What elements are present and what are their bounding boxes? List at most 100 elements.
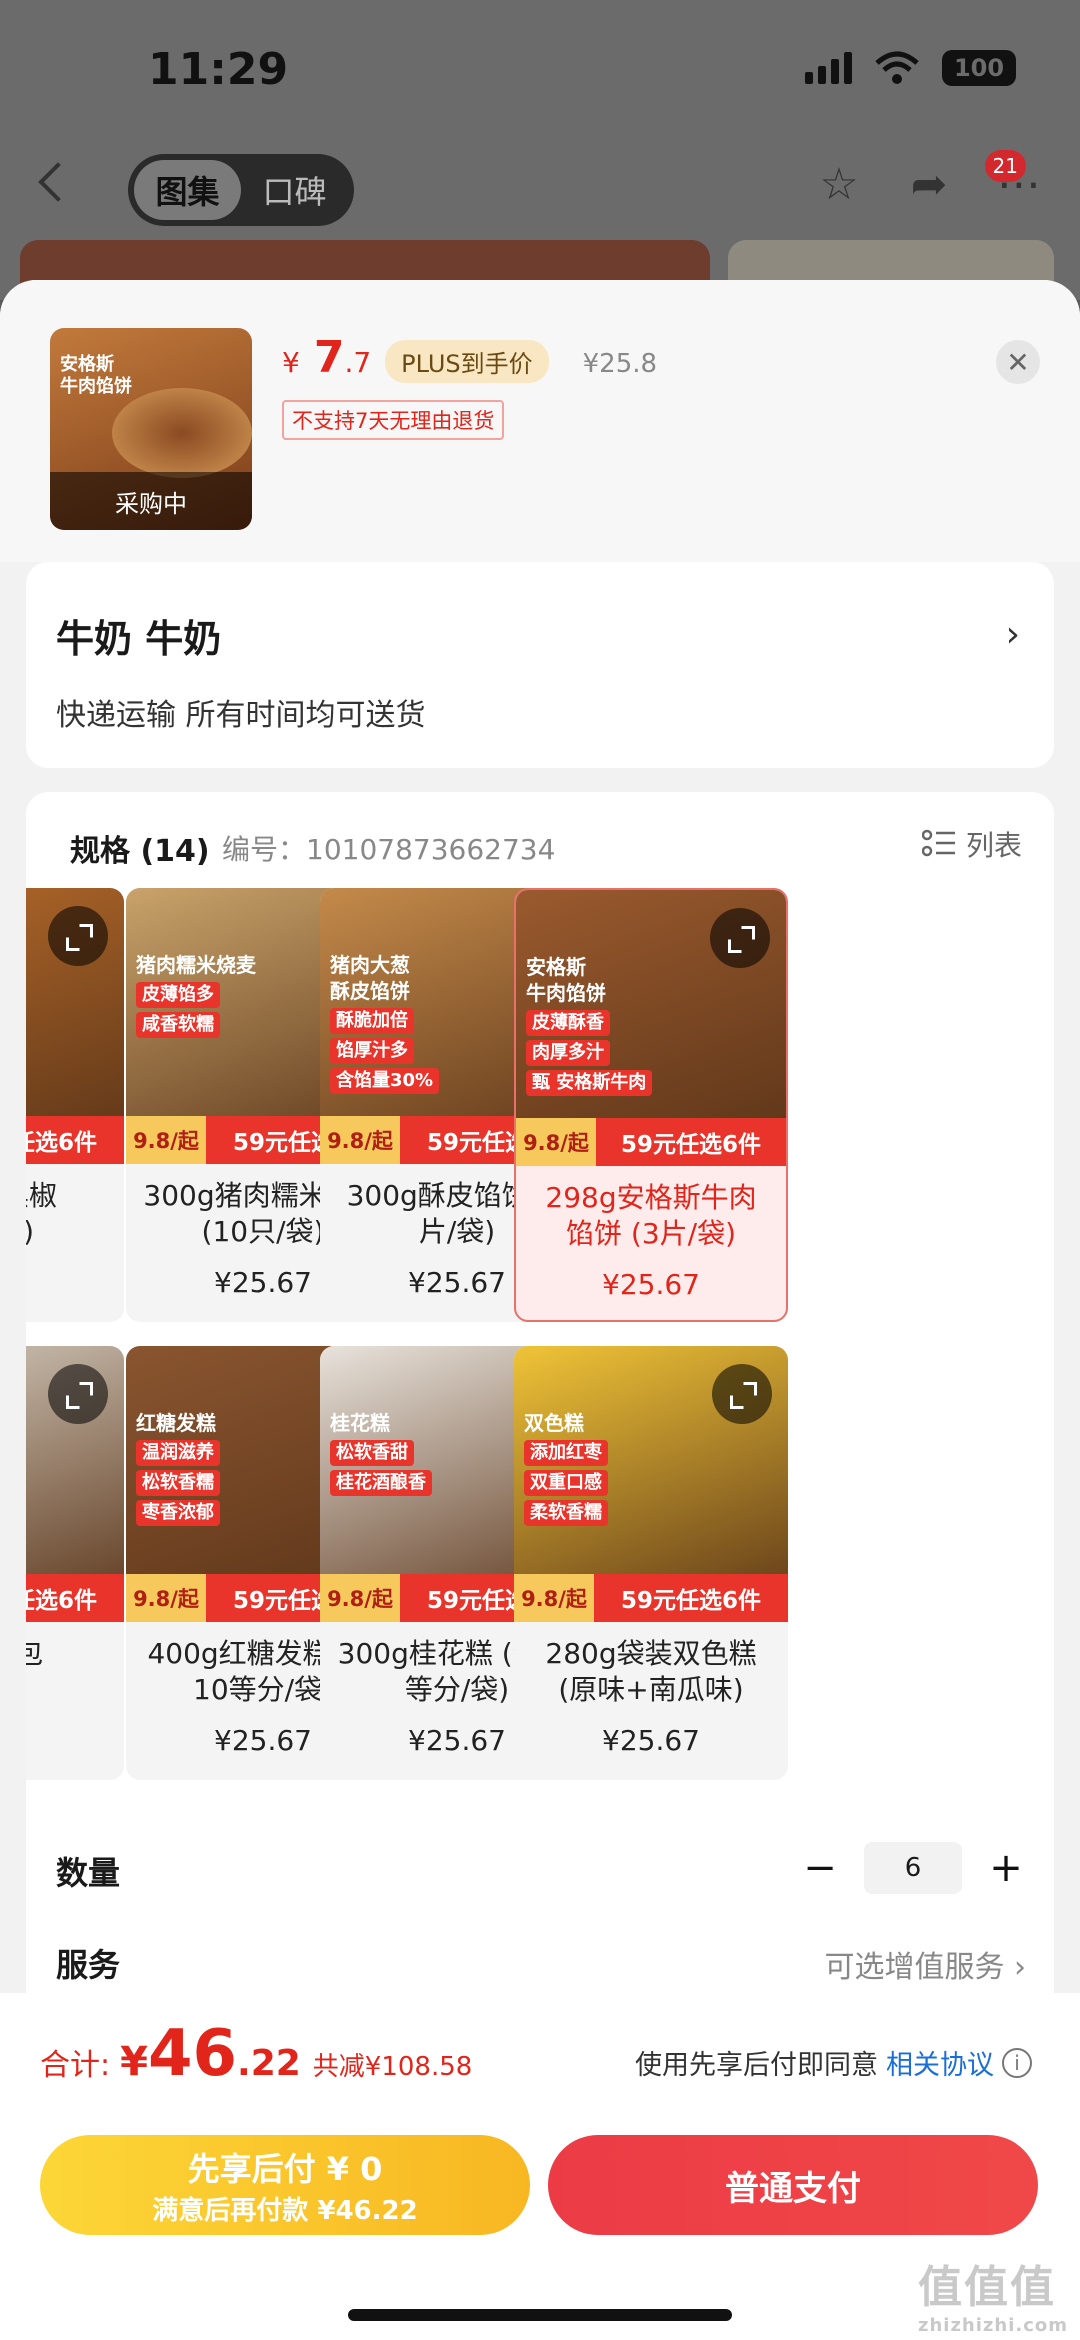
pay-later-sublabel: 满意后再付款 ¥46.22 <box>152 2195 418 2226</box>
star-icon[interactable]: ☆ <box>814 160 864 210</box>
spec-item-sticker: 安格斯 牛肉馅饼 皮薄酥香 肉厚多汁甄 安格斯牛肉 <box>526 950 653 1096</box>
spec-number: 编号：10107873662734 <box>222 833 556 866</box>
sticker-text: 红糖发糕 <box>136 1411 216 1435</box>
spec-item[interactable]: 9.8/起 59元任选6件 皮烧麦黑椒 4只/袋) 25.67 <box>26 888 124 1322</box>
minus-button[interactable]: − <box>800 1845 840 1891</box>
nav-actions: ☆ ➦ ⋯ 21 <box>814 150 1044 210</box>
delivery-desc: 快递运输 所有时间均可送货 <box>56 698 426 733</box>
service-label: 服务 <box>56 1946 121 1984</box>
price-integer: 7 <box>313 332 345 383</box>
quantity-label: 数量 <box>56 1854 121 1892</box>
list-icon <box>921 829 955 857</box>
back-icon[interactable] <box>38 162 78 202</box>
order-total: 合计: ¥ 46 .22 共减¥108.58 <box>40 2017 472 2091</box>
pay-later-button[interactable]: 先享后付 ¥ 0 满意后再付款 ¥46.22 <box>40 2135 530 2235</box>
list-view-toggle[interactable]: 列表 <box>921 824 1022 864</box>
spec-title: 规格 (14) <box>70 834 210 869</box>
watermark: 值值值 zhizhizhi.com <box>918 2251 1068 2336</box>
thumb-title: 安格斯 牛肉馅饼 <box>60 354 132 397</box>
promo-strip: 9.8/起 59元任选6件 <box>26 1116 124 1164</box>
cart-badge: 21 <box>984 150 1026 182</box>
sticker-text: 松软香糯 <box>136 1470 220 1496</box>
wifi-icon <box>875 51 919 84</box>
spec-item[interactable]: 双色糕 添加红枣 双重口感 柔软香糯 9.8/起 59元任选6件 280g袋装双色糕 … <box>514 1346 788 1780</box>
sticker-text: 枣香浓郁 <box>136 1500 220 1526</box>
sticker-text: 桂花糕 <box>330 1411 390 1435</box>
promo-price-tag: 9.8/起 <box>126 1116 206 1164</box>
thumb-status: 采购中 <box>50 472 252 530</box>
plus-button[interactable]: + <box>986 1845 1026 1891</box>
spec-item[interactable]: 9.8/起 59元任选6件 菇素菜包 只/袋) 5.67 <box>26 1346 124 1780</box>
expand-icon[interactable] <box>48 1364 108 1424</box>
promo-text: 59元任选6件 <box>26 1130 97 1156</box>
promo-price-tag: 9.8/起 <box>126 1574 206 1622</box>
sticker-text: 温润滋养 <box>136 1440 220 1466</box>
normal-pay-button[interactable]: 普通支付 <box>548 2135 1038 2235</box>
spec-item-sticker: 红糖发糕温润滋养松软香糯枣香浓郁 <box>136 1406 220 1526</box>
list-label: 列表 <box>965 829 1022 862</box>
top-nav: 图集 口碑 ☆ ➦ ⋯ 21 <box>0 150 1080 230</box>
close-button[interactable]: ✕ <box>996 340 1040 384</box>
pay-later-label: 先享后付 ¥ 0 <box>187 2149 383 2188</box>
spec-item-sticker: 双色糕 添加红枣 双重口感 柔软香糯 <box>524 1406 608 1526</box>
spec-sheet: 安格斯 牛肉馅饼 采购中 ¥ 7 .7 PLUS到手价 ¥25.8 不支持7天无… <box>0 280 1080 2340</box>
promo-price-tag: 9.8/起 <box>320 1574 400 1622</box>
tab-gallery[interactable]: 图集 <box>134 160 241 220</box>
promo-text: 59元任选6件 <box>620 1588 761 1614</box>
expand-icon[interactable] <box>48 906 108 966</box>
sticker-text: 柔软香糯 <box>524 1500 608 1526</box>
sticker-text: 皮薄馅多 <box>136 982 220 1008</box>
sticker-text: 酥脆加倍 <box>330 1008 414 1034</box>
service-row[interactable]: 服务 可选增值服务 › <box>56 1940 1026 1990</box>
spec-item-name: 菇素菜包 只/袋) <box>26 1637 43 1670</box>
sticker-text: 皮薄酥香 <box>526 1010 610 1036</box>
quantity-row: 数量 − 6 + <box>56 1842 1026 1902</box>
sticker-text: 猪肉糯米烧麦 <box>136 953 256 977</box>
spec-card: 规格 (14) 编号：10107873662734 列表 9.8/起 59元任选… <box>26 792 1054 2022</box>
price-decimal: .7 <box>344 346 372 379</box>
spec-item-sticker: 猪肉糯米烧麦 皮薄馅多 咸香软糯 <box>136 948 256 1038</box>
promo-strip: 9.8/起 59元任选6件 <box>26 1574 124 1622</box>
sticker-text: 双重口感 <box>524 1470 608 1496</box>
status-time: 11:29 <box>148 44 289 95</box>
status-icons: 100 <box>805 50 1016 86</box>
quantity-value[interactable]: 6 <box>864 1842 962 1894</box>
expand-icon[interactable] <box>712 1364 772 1424</box>
expand-icon[interactable] <box>710 908 770 968</box>
sticker-text: 猪肉大葱 酥皮馅饼 <box>330 953 410 1003</box>
sticker-text: 甄 安格斯牛肉 <box>526 1070 653 1096</box>
agreement-link[interactable]: 相关协议 <box>886 2043 994 2082</box>
info-icon[interactable]: i <box>1002 2047 1032 2078</box>
product-thumbnail[interactable]: 安格斯 牛肉馅饼 采购中 <box>50 328 252 530</box>
plus-price-tag: PLUS到手价 <box>385 340 549 383</box>
spec-item-name: 皮烧麦黑椒 4只/袋) <box>26 1179 57 1248</box>
watermark-logo: 值值值 <box>917 2262 1056 2313</box>
status-bar: 11:29 100 <box>0 0 1080 140</box>
promo-price-tag: 9.8/起 <box>320 1116 400 1164</box>
total-currency: ¥ <box>120 2039 148 2085</box>
promo-text: 59元任选6件 <box>620 1132 761 1158</box>
tab-reviews[interactable]: 口碑 <box>241 160 348 220</box>
sticker-text: 肉厚多汁 <box>526 1040 610 1066</box>
total-label: 合计: <box>40 2048 111 2083</box>
spec-item[interactable]: 安格斯 牛肉馅饼 皮薄酥香 肉厚多汁甄 安格斯牛肉 9.8/起 59元任选6件 29… <box>514 888 788 1322</box>
watermark-url: zhizhizhi.com <box>917 2315 1068 2336</box>
price-currency: ¥ <box>282 346 300 379</box>
sticker-text: 松软香甜 <box>330 1440 414 1466</box>
sticker-text: 添加红枣 <box>524 1440 608 1466</box>
spec-item-price: 25.67 <box>26 1266 124 1299</box>
spec-item-sticker: 猪肉大葱 酥皮馅饼 酥脆加倍 馅厚汁多 含馅量30% <box>330 948 440 1094</box>
spec-item-price: 5.67 <box>26 1724 124 1757</box>
home-indicator <box>348 2309 732 2321</box>
more-icon[interactable]: ⋯ 21 <box>984 150 1044 210</box>
signal-icon <box>805 52 852 84</box>
address-card[interactable]: 牛奶 牛奶 › 快递运输 所有时间均可送货 <box>26 562 1054 768</box>
sticker-text: 含馅量30% <box>330 1068 440 1094</box>
thumb-food-image <box>112 388 252 478</box>
battery-icon: 100 <box>942 50 1016 86</box>
promo-price-tag: 9.8/起 <box>514 1574 594 1622</box>
spec-item-name: 298g安格斯牛肉 馅饼 (3片/袋) <box>545 1181 757 1250</box>
total-discount: 共减¥108.58 <box>312 2052 473 2082</box>
checkout-footer: 合计: ¥ 46 .22 共减¥108.58 使用先享后付即同意 相关协议 i … <box>0 1993 1080 2340</box>
share-icon[interactable]: ➦ <box>904 160 954 210</box>
